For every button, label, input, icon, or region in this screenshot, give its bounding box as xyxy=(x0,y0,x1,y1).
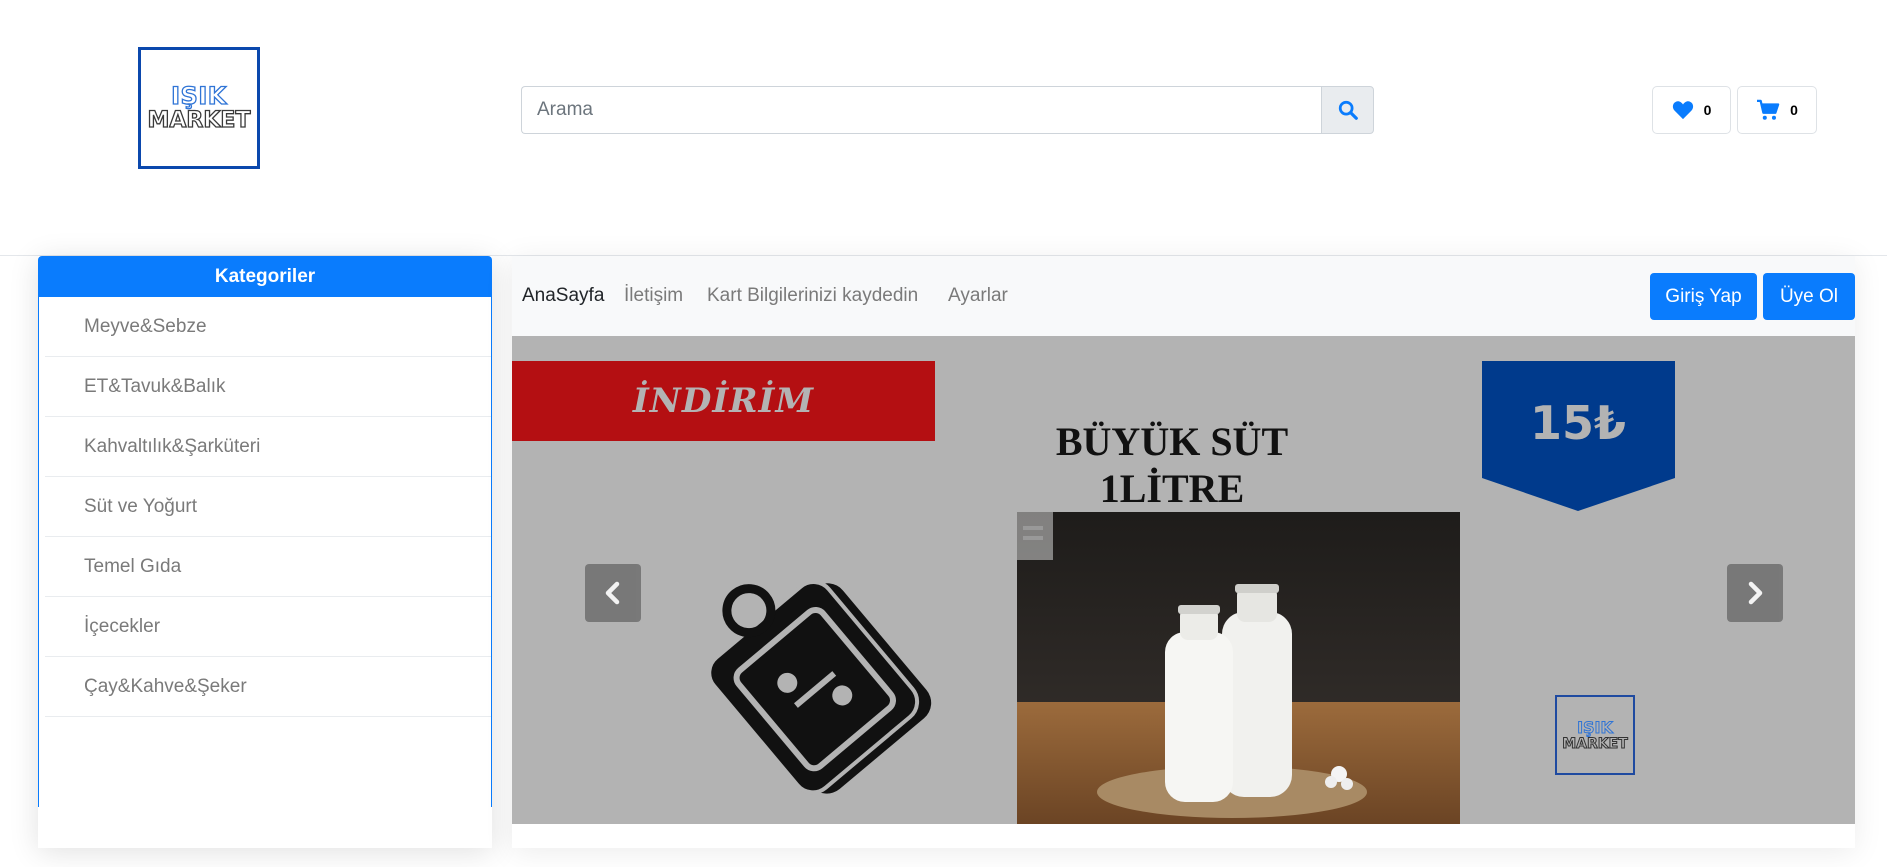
category-item-temel-gida[interactable]: Temel Gıda xyxy=(45,537,491,597)
discount-label: İNDİRİM xyxy=(632,381,815,421)
chevron-right-icon xyxy=(1748,581,1763,605)
site-header: IŞIK MARKET 0 0 xyxy=(0,0,1887,256)
price-text: 15₺ xyxy=(1530,396,1626,450)
banner-logo-text-top: IŞIK xyxy=(1577,717,1614,737)
search-button[interactable] xyxy=(1321,86,1374,134)
search-input[interactable] xyxy=(521,86,1321,134)
product-title-line2: 1LİTRE xyxy=(1099,466,1245,511)
top-nav: AnaSayfa İletişim Kart Bilgilerinizi kay… xyxy=(512,256,1855,336)
site-logo[interactable]: IŞIK MARKET xyxy=(138,47,260,169)
product-photo xyxy=(1017,512,1460,824)
nav-link-settings[interactable]: Ayarlar xyxy=(948,285,1008,307)
category-item-cay-kahve-seker[interactable]: Çay&Kahve&Şeker xyxy=(45,657,491,717)
main-content: AnaSayfa İletişim Kart Bilgilerinizi kay… xyxy=(512,256,1855,848)
price-badge: 15₺ xyxy=(1482,361,1675,511)
nav-link-save-card[interactable]: Kart Bilgilerinizi kaydedin xyxy=(707,285,918,307)
shopping-cart-icon xyxy=(1757,99,1780,120)
promo-carousel: İNDİRİM BÜYÜK SÜT 1LİTRE 15₺ IŞIK MARKET xyxy=(512,336,1855,824)
category-sidebar: Kategoriler Meyve&Sebze ET&Tavuk&Balık K… xyxy=(38,256,492,848)
category-list: Meyve&Sebze ET&Tavuk&Balık Kahvaltılık&Ş… xyxy=(38,297,492,807)
category-item-et-tavuk-balik[interactable]: ET&Tavuk&Balık xyxy=(45,357,491,417)
milk-bottles-image xyxy=(1017,512,1460,824)
login-button[interactable]: Giriş Yap xyxy=(1650,273,1757,320)
logo-text-top: IŞIK xyxy=(170,82,227,110)
favorites-button[interactable]: 0 xyxy=(1652,86,1731,134)
cart-button[interactable]: 0 xyxy=(1737,86,1817,134)
search-bar xyxy=(521,86,1374,134)
cart-count: 0 xyxy=(1790,102,1798,118)
carousel-prev-button[interactable] xyxy=(585,564,641,622)
category-item-meyve-sebze[interactable]: Meyve&Sebze xyxy=(45,297,491,357)
heart-icon xyxy=(1672,101,1693,120)
nav-link-contact[interactable]: İletişim xyxy=(624,285,683,307)
sidebar-title: Kategoriler xyxy=(38,256,492,297)
logo-text-bottom: MARKET xyxy=(147,108,251,133)
discount-tag-icon xyxy=(707,580,932,795)
product-title-line1: BÜYÜK SÜT xyxy=(1055,419,1289,464)
product-title: BÜYÜK SÜT 1LİTRE xyxy=(1012,418,1332,512)
category-item-sut-yogurt[interactable]: Süt ve Yoğurt xyxy=(45,477,491,537)
search-icon xyxy=(1338,100,1358,120)
category-item-icecekler[interactable]: İçecekler xyxy=(45,597,491,657)
banner-logo: IŞIK MARKET xyxy=(1555,695,1635,775)
banner-logo-text-bottom: MARKET xyxy=(1562,735,1629,752)
discount-banner: İNDİRİM xyxy=(512,361,935,441)
category-item-kahvaltilik-sarkuteri[interactable]: Kahvaltılık&Şarküteri xyxy=(45,417,491,477)
favorites-count: 0 xyxy=(1703,102,1712,118)
nav-link-home[interactable]: AnaSayfa xyxy=(522,285,604,307)
signup-button[interactable]: Üye Ol xyxy=(1763,273,1855,320)
chevron-left-icon xyxy=(605,581,620,605)
carousel-next-button[interactable] xyxy=(1727,564,1783,622)
